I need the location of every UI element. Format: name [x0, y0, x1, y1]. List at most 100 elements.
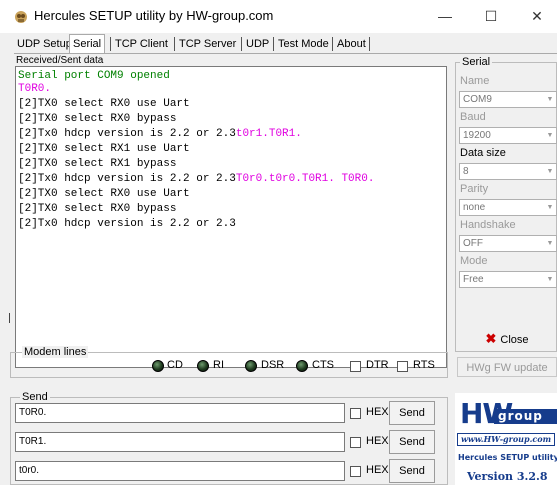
hex-label-2: HEX [366, 435, 389, 447]
log-text: [2]Tx0 hdcp version is 2.2 or 2.3 [18, 218, 236, 230]
parity-value: none [463, 202, 486, 213]
log-text: t0r1.T0R1. [235, 128, 302, 140]
send-input-1[interactable]: T0R0. [15, 403, 345, 423]
tab-separator [110, 37, 111, 51]
tab-separator [273, 37, 274, 51]
logo-url-text: www.HW-group.com [457, 433, 555, 446]
tab-serial[interactable]: Serial [69, 34, 106, 54]
log-text: [2]TX0 select RX1 use Uart [18, 143, 190, 155]
log-line: T0R0. [18, 83, 51, 96]
hex-checkbox-2[interactable] [350, 437, 361, 448]
handshake-select[interactable]: OFF ▼ [459, 235, 557, 252]
port-name-select[interactable]: COM9 ▼ [459, 91, 557, 108]
logo-version-text: Version 3.2.8 [467, 470, 548, 483]
chevron-down-icon: ▼ [546, 276, 554, 283]
tab-udp[interactable]: UDP [246, 36, 269, 52]
cd-label: CD [167, 359, 183, 371]
send-input-2[interactable]: T0R1. [15, 432, 345, 452]
log-text: Serial port COM9 opened [18, 70, 170, 82]
log-text: [2]Tx0 hdcp version is 2.2 or 2.3 [18, 128, 236, 140]
maximize-button[interactable]: ☐ [468, 0, 514, 33]
tab-separator [174, 37, 175, 51]
send-button-3[interactable]: Send [389, 459, 435, 483]
baud-label: Baud [460, 111, 486, 123]
data-size-select[interactable]: 8 ▼ [459, 163, 557, 180]
modem-lines-label: Modem lines [22, 346, 89, 358]
baud-value: 19200 [463, 130, 491, 141]
log-line: [2]Tx0 hdcp version is 2.2 or 2.3t0r1.T0… [18, 128, 302, 141]
tab-separator [332, 37, 333, 51]
window-title: Hercules SETUP utility by HW-group.com [34, 8, 274, 23]
close-window-button[interactable]: ✕ [514, 0, 557, 33]
log-line: [2]TX0 select RX0 use Uart [18, 98, 190, 111]
title-bar: Hercules SETUP utility by HW-group.com —… [0, 0, 557, 33]
close-port-label: Close [500, 334, 529, 346]
chevron-down-icon: ▼ [546, 204, 554, 211]
tab-divider [14, 53, 557, 54]
dtr-checkbox[interactable] [350, 361, 361, 372]
data-size-label: Data size [460, 147, 506, 159]
tab-tcp-client[interactable]: TCP Client [115, 36, 168, 52]
dtr-label: DTR [366, 359, 389, 371]
received-data-log[interactable]: Serial port COM9 opened T0R0. [2]TX0 sel… [15, 66, 447, 368]
send-button-2[interactable]: Send [389, 430, 435, 454]
log-text: [2]TX0 select RX0 bypass [18, 113, 177, 125]
log-text: T0R0. [18, 83, 52, 95]
tab-separator [369, 37, 370, 51]
send-group-label: Send [20, 391, 50, 403]
rts-checkbox[interactable] [397, 361, 408, 372]
tab-test-mode[interactable]: Test Mode [278, 36, 329, 52]
hex-label-1: HEX [366, 406, 389, 418]
hex-label-3: HEX [366, 464, 389, 476]
log-text: [2]TX0 select RX0 use Uart [18, 188, 190, 200]
log-line: [2]TX0 select RX1 use Uart [18, 143, 190, 156]
handshake-value: OFF [463, 238, 483, 249]
name-label: Name [460, 75, 490, 87]
log-text: T0r0.t0r0.T0R1. T0R0. [235, 173, 375, 185]
cts-label: CTS [312, 359, 334, 371]
serial-group-label: Serial [460, 56, 493, 68]
tab-about[interactable]: About [337, 36, 366, 52]
hex-checkbox-3[interactable] [350, 466, 361, 477]
log-line: [2]Tx0 hdcp version is 2.2 or 2.3 [18, 218, 236, 231]
data-size-value: 8 [463, 166, 469, 177]
log-line: Serial port COM9 opened [18, 70, 170, 83]
log-text: [2]TX0 select RX0 bypass [18, 203, 177, 215]
minimize-button[interactable]: — [422, 0, 468, 33]
cd-led-icon [152, 360, 164, 372]
received-data-label: Received/Sent data [16, 55, 104, 66]
log-text: [2]Tx0 hdcp version is 2.2 or 2.3 [18, 173, 236, 185]
parity-select[interactable]: none ▼ [459, 199, 557, 216]
log-line: [2]TX0 select RX0 use Uart [18, 188, 190, 201]
mode-value: Free [463, 274, 484, 285]
close-port-button[interactable]: ✖ Close [457, 328, 557, 350]
resize-tick [9, 313, 10, 323]
hex-checkbox-1[interactable] [350, 408, 361, 419]
tab-tcp-server[interactable]: TCP Server [179, 36, 236, 52]
cts-led-icon [296, 360, 308, 372]
handshake-label: Handshake [460, 219, 516, 231]
chevron-down-icon: ▼ [546, 96, 554, 103]
rts-label: RTS [413, 359, 435, 371]
hw-group-logo[interactable]: HW group www.HW-group.com Hercules SETUP… [455, 393, 557, 485]
logo-group-text: group [494, 409, 557, 424]
mode-label: Mode [460, 255, 488, 267]
send-button-1[interactable]: Send [389, 401, 435, 425]
send-input-3[interactable]: t0r0. [15, 461, 345, 481]
log-text: [2]TX0 select RX1 bypass [18, 158, 177, 170]
close-x-icon: ✖ [485, 331, 497, 346]
parity-label: Parity [460, 183, 489, 195]
log-line: [2]TX0 select RX0 bypass [18, 203, 176, 216]
tab-separator [241, 37, 242, 51]
dsr-led-icon [245, 360, 257, 372]
log-text: [2]TX0 select RX0 use Uart [18, 98, 190, 110]
hercules-app-icon [15, 11, 27, 23]
tab-udp-setup[interactable]: UDP Setup [17, 36, 72, 52]
mode-select[interactable]: Free ▼ [459, 271, 557, 288]
chevron-down-icon: ▼ [546, 240, 554, 247]
log-line: [2]TX0 select RX0 bypass [18, 113, 176, 126]
ri-label: RI [213, 359, 224, 371]
log-line: [2]TX0 select RX1 bypass [18, 158, 176, 171]
fw-update-button[interactable]: HWg FW update [457, 357, 557, 377]
baud-select[interactable]: 19200 ▼ [459, 127, 557, 144]
